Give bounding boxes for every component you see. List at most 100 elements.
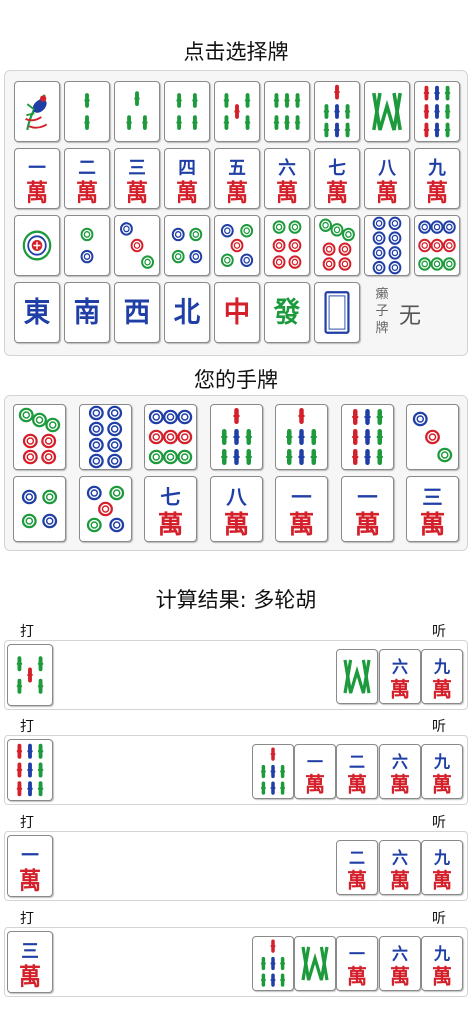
result-row: 六萬九萬 bbox=[4, 640, 468, 710]
svg-text:六: 六 bbox=[278, 157, 296, 180]
svg-text:一: 一 bbox=[28, 158, 46, 179]
svg-text:九: 九 bbox=[433, 657, 451, 676]
character-8-tile[interactable]: 八萬 bbox=[209, 476, 263, 542]
svg-text:萬: 萬 bbox=[276, 180, 298, 207]
laizi-selector[interactable]: 癞子牌无 bbox=[369, 282, 459, 343]
svg-text:一: 一 bbox=[349, 944, 365, 963]
circle-9-tile[interactable] bbox=[414, 215, 460, 276]
select-title: 点击选择牌 bbox=[183, 40, 289, 64]
svg-text:西: 西 bbox=[124, 297, 150, 329]
character-9-tile: 九萬 bbox=[421, 649, 463, 704]
bamboo-7-tile[interactable] bbox=[275, 404, 328, 470]
svg-text:萬: 萬 bbox=[289, 509, 314, 539]
bamboo-8-tile[interactable] bbox=[364, 81, 410, 142]
character-3-tile[interactable]: 三萬 bbox=[406, 476, 459, 542]
svg-text:萬: 萬 bbox=[176, 180, 198, 207]
bamboo-7-tile[interactable] bbox=[209, 404, 263, 470]
character-5-tile[interactable]: 五萬 bbox=[214, 148, 260, 209]
green-wind-tile[interactable]: 發 bbox=[264, 282, 310, 343]
discard-label: 打 bbox=[20, 624, 34, 640]
circle-3-tile[interactable] bbox=[114, 215, 160, 276]
svg-text:三: 三 bbox=[128, 158, 146, 179]
bamboo-5-tile bbox=[7, 644, 53, 706]
circle-7-tile[interactable] bbox=[314, 215, 360, 276]
listen-label: 听 bbox=[432, 624, 446, 640]
listen-label: 听 bbox=[432, 911, 446, 927]
character-1-tile[interactable]: 一萬 bbox=[275, 476, 328, 542]
east-wind-tile[interactable]: 東 bbox=[14, 282, 60, 343]
bamboo-4-tile[interactable] bbox=[164, 81, 210, 142]
west-wind-tile[interactable]: 西 bbox=[114, 282, 160, 343]
svg-text:八: 八 bbox=[226, 485, 247, 509]
svg-text:萬: 萬 bbox=[432, 677, 452, 701]
character-7-tile[interactable]: 七萬 bbox=[144, 476, 197, 542]
character-1-tile: 一萬 bbox=[336, 936, 379, 991]
bamboo-9-tile[interactable] bbox=[340, 404, 394, 470]
circle-6-tile[interactable] bbox=[264, 215, 310, 276]
bamboo-2-tile[interactable] bbox=[64, 81, 110, 142]
svg-text:七: 七 bbox=[160, 485, 180, 509]
svg-text:萬: 萬 bbox=[19, 868, 41, 895]
svg-text:萬: 萬 bbox=[347, 772, 367, 796]
bamboo-7-tile[interactable] bbox=[314, 81, 360, 142]
circle-8-tile[interactable] bbox=[78, 404, 132, 470]
svg-text:萬: 萬 bbox=[376, 180, 398, 207]
circle-7-tile[interactable] bbox=[13, 404, 66, 470]
circle-9-tile[interactable] bbox=[144, 404, 197, 470]
svg-text:八: 八 bbox=[378, 158, 397, 179]
bamboo-5-tile[interactable] bbox=[214, 81, 260, 142]
bamboo-3-tile[interactable] bbox=[114, 81, 160, 142]
character-9-tile[interactable]: 九萬 bbox=[414, 148, 460, 209]
circle-1-tile[interactable] bbox=[14, 215, 60, 276]
circle-4-tile[interactable] bbox=[164, 215, 210, 276]
circle-3-tile[interactable] bbox=[406, 404, 459, 470]
character-2-tile: 二萬 bbox=[336, 744, 379, 799]
result-title: 计算结果: 多轮胡 bbox=[155, 588, 317, 612]
bamboo-9-tile bbox=[7, 739, 53, 801]
bamboo-8-tile bbox=[294, 936, 337, 991]
svg-text:萬: 萬 bbox=[305, 772, 325, 796]
character-6-tile[interactable]: 六萬 bbox=[264, 148, 310, 209]
listen-label: 听 bbox=[432, 719, 446, 735]
svg-text:一: 一 bbox=[21, 845, 39, 867]
svg-text:萬: 萬 bbox=[432, 772, 452, 796]
circle-2-tile[interactable] bbox=[64, 215, 110, 276]
character-2-tile[interactable]: 二萬 bbox=[64, 148, 110, 209]
tile-selector-panel: 一萬二萬三萬四萬五萬六萬七萬八萬九萬東南西北中發癞子牌无 bbox=[4, 70, 468, 356]
white-dragon-tile[interactable] bbox=[314, 282, 360, 343]
svg-text:萬: 萬 bbox=[158, 509, 183, 539]
svg-text:南: 南 bbox=[74, 297, 100, 329]
south-wind-tile[interactable]: 南 bbox=[64, 282, 110, 343]
svg-text:萬: 萬 bbox=[347, 868, 367, 892]
svg-text:萬: 萬 bbox=[347, 964, 367, 988]
character-3-tile[interactable]: 三萬 bbox=[114, 148, 160, 209]
laizi-value: 无 bbox=[399, 304, 422, 329]
circle-4-tile[interactable] bbox=[13, 476, 66, 542]
hand-title: 您的手牌 bbox=[194, 368, 278, 392]
character-1-tile[interactable]: 一萬 bbox=[14, 148, 60, 209]
svg-text:萬: 萬 bbox=[26, 180, 48, 207]
bamboo-1-tile[interactable] bbox=[14, 81, 60, 142]
character-3-tile: 三萬 bbox=[7, 931, 53, 993]
bamboo-6-tile[interactable] bbox=[264, 81, 310, 142]
character-8-tile[interactable]: 八萬 bbox=[364, 148, 410, 209]
svg-text:二: 二 bbox=[349, 848, 365, 867]
character-4-tile[interactable]: 四萬 bbox=[164, 148, 210, 209]
svg-text:萬: 萬 bbox=[19, 964, 41, 991]
svg-text:三: 三 bbox=[422, 485, 442, 509]
circle-5-tile[interactable] bbox=[214, 215, 260, 276]
character-7-tile[interactable]: 七萬 bbox=[314, 148, 360, 209]
circle-8-tile[interactable] bbox=[364, 215, 410, 276]
bamboo-9-tile[interactable] bbox=[414, 81, 460, 142]
character-9-tile: 九萬 bbox=[421, 840, 463, 895]
red-wind-tile[interactable]: 中 bbox=[214, 282, 260, 343]
laizi-label: 癞子牌 bbox=[375, 287, 389, 336]
circle-5-tile[interactable] bbox=[78, 476, 132, 542]
north-wind-tile[interactable]: 北 bbox=[164, 282, 210, 343]
svg-text:萬: 萬 bbox=[420, 509, 445, 539]
character-1-tile[interactable]: 一萬 bbox=[340, 476, 394, 542]
svg-text:四: 四 bbox=[178, 158, 196, 179]
discard-label: 打 bbox=[20, 815, 34, 831]
listen-label: 听 bbox=[432, 815, 446, 831]
svg-text:一: 一 bbox=[291, 485, 311, 509]
